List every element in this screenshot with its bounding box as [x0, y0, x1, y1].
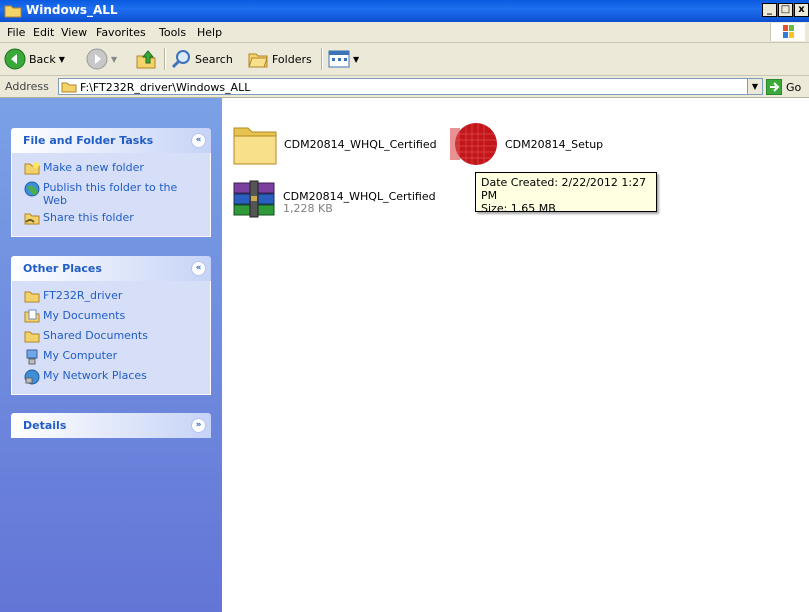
shared-documents-icon: [24, 328, 40, 346]
tooltip-date-created: Date Created: 2/22/2012 1:27 PM: [481, 176, 647, 202]
file-item-folder[interactable]: CDM20814_WHQL_Certified: [232, 122, 452, 170]
maximize-button[interactable]: □: [778, 3, 793, 17]
place-ft232r-driver[interactable]: FT232R_driver: [12, 288, 210, 308]
search-label: Search: [195, 52, 233, 66]
toolbar-separator: [164, 48, 166, 70]
folder-icon: [232, 122, 278, 169]
back-label: Back: [29, 52, 56, 66]
panel-title: Other Places: [23, 262, 102, 275]
publish-web-icon: [24, 180, 40, 200]
file-info-tooltip: Date Created: 2/22/2012 1:27 PM Size: 1.…: [475, 172, 657, 215]
views-dropdown-icon[interactable]: ▼: [353, 55, 359, 64]
go-button[interactable]: Go: [766, 79, 801, 95]
panel-title: Details: [23, 419, 67, 432]
window-title: Windows_ALL: [26, 3, 118, 17]
up-folder-button[interactable]: [135, 47, 157, 71]
toolbar-separator: [321, 48, 323, 70]
file-item-setup[interactable]: CDM20814_Setup: [450, 122, 650, 170]
collapse-chevron-icon[interactable]: «: [191, 261, 206, 276]
place-shared-documents[interactable]: Shared Documents: [12, 328, 210, 348]
go-label: Go: [786, 80, 802, 94]
other-places-panel: Other Places « FT232R_driver My Document…: [11, 256, 211, 395]
task-publish-folder[interactable]: Publish this folder to the Web: [12, 180, 210, 210]
forward-button[interactable]: ▼: [86, 47, 117, 71]
file-item-rar-archive[interactable]: CDM20814_WHQL_Certified 1,228 KB: [232, 180, 452, 222]
expand-chevron-icon[interactable]: »: [191, 418, 206, 433]
address-input[interactable]: F:\FT232R_driver\Windows_ALL ▼: [58, 78, 763, 95]
back-button[interactable]: Back ▼: [4, 47, 65, 71]
network-places-icon: [24, 368, 40, 388]
windows-logo-icon: [770, 23, 805, 41]
address-label: Address: [5, 80, 49, 93]
winrar-archive-icon: [232, 180, 276, 223]
panel-header[interactable]: Other Places «: [11, 256, 211, 281]
menu-file[interactable]: File: [7, 26, 25, 39]
menu-view[interactable]: View: [61, 26, 87, 39]
forward-dropdown-icon[interactable]: ▼: [111, 55, 117, 64]
forward-arrow-icon: [86, 48, 108, 70]
file-size: 1,228 KB: [283, 202, 333, 215]
panel-header[interactable]: File and Folder Tasks «: [11, 128, 211, 153]
address-value: F:\FT232R_driver\Windows_ALL: [80, 81, 251, 94]
file-name: CDM20814_WHQL_Certified: [284, 138, 437, 151]
views-icon: [328, 50, 350, 68]
panel-header[interactable]: Details »: [11, 413, 211, 438]
task-pane: File and Folder Tasks « Make a new folde…: [0, 98, 222, 612]
folder-icon: [61, 81, 77, 96]
folder-icon: [24, 288, 40, 306]
my-documents-icon: [24, 308, 40, 326]
menu-edit[interactable]: Edit: [33, 26, 54, 39]
menu-bar: File Edit View Favorites Tools Help: [0, 22, 809, 43]
folders-icon: [248, 53, 268, 68]
title-bar[interactable]: Windows_ALL _ □ x: [0, 0, 809, 22]
new-folder-icon: [24, 160, 40, 178]
task-make-new-folder[interactable]: Make a new folder: [12, 160, 210, 180]
address-bar: Address F:\FT232R_driver\Windows_ALL ▼ G…: [0, 76, 809, 98]
menu-tools[interactable]: Tools: [159, 26, 186, 39]
address-dropdown-icon[interactable]: ▼: [747, 79, 762, 94]
my-computer-icon: [24, 348, 40, 368]
close-button[interactable]: x: [794, 3, 809, 17]
task-share-folder[interactable]: Share this folder: [12, 210, 210, 230]
menu-help[interactable]: Help: [197, 26, 222, 39]
menu-favorites[interactable]: Favorites: [96, 26, 146, 39]
place-my-network-places[interactable]: My Network Places: [12, 368, 210, 388]
setup-application-icon: [450, 122, 498, 171]
file-folder-tasks-panel: File and Folder Tasks « Make a new folde…: [11, 128, 211, 237]
standard-toolbar: Back ▼ ▼ Search Folders ▼: [0, 43, 809, 76]
folders-button[interactable]: Folders: [247, 47, 312, 71]
share-folder-icon: [24, 210, 40, 228]
views-button[interactable]: ▼: [328, 47, 359, 71]
minimize-button[interactable]: _: [762, 3, 777, 17]
go-arrow-icon: [766, 79, 782, 95]
details-panel: Details »: [11, 413, 211, 438]
panel-title: File and Folder Tasks: [23, 134, 154, 147]
place-my-documents[interactable]: My Documents: [12, 308, 210, 328]
place-my-computer[interactable]: My Computer: [12, 348, 210, 368]
file-name: CDM20814_Setup: [505, 138, 604, 151]
search-icon: [171, 50, 190, 69]
folder-icon: [4, 3, 22, 21]
collapse-chevron-icon[interactable]: «: [191, 133, 206, 148]
search-button[interactable]: Search: [170, 47, 233, 71]
up-folder-icon: [136, 50, 156, 69]
back-arrow-icon: [4, 48, 26, 70]
back-dropdown-icon[interactable]: ▼: [59, 55, 65, 64]
tooltip-size: Size: 1.65 MB: [481, 202, 556, 215]
folders-label: Folders: [272, 52, 312, 66]
